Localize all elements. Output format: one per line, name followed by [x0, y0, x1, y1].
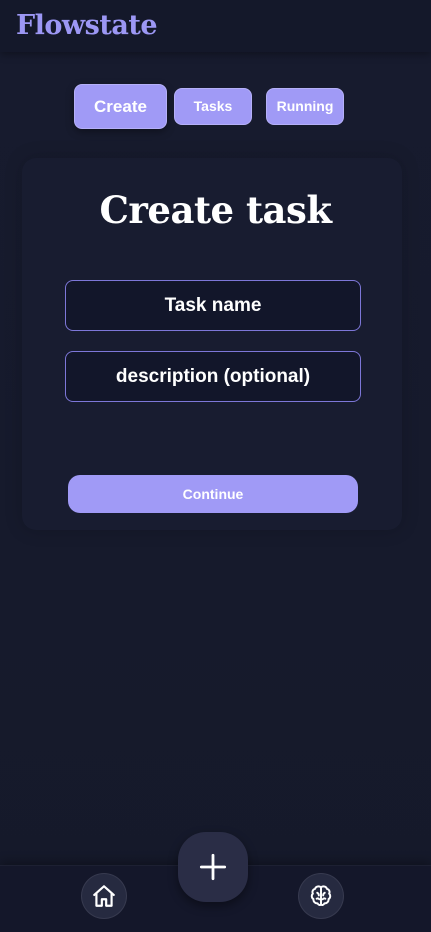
tab-create[interactable]: Create	[74, 84, 167, 129]
top-bar: Flowstate	[0, 0, 431, 52]
tab-bar: Create Tasks Running	[0, 84, 431, 130]
tab-running[interactable]: Running	[266, 88, 344, 125]
description-input[interactable]: description (optional)	[65, 351, 361, 402]
plus-icon	[199, 853, 227, 881]
home-icon	[91, 883, 117, 909]
page-title: Create task	[99, 188, 332, 232]
app-brand: Flowstate	[16, 10, 158, 41]
continue-button[interactable]: Continue	[68, 475, 358, 513]
brain-button[interactable]	[298, 873, 344, 919]
app-screen: Flowstate Create Tasks Running Create ta…	[0, 0, 431, 932]
add-task-button[interactable]	[178, 832, 248, 902]
tab-tasks[interactable]: Tasks	[174, 88, 252, 125]
task-name-input[interactable]: Task name	[65, 280, 361, 331]
brain-icon	[308, 883, 334, 909]
home-button[interactable]	[81, 873, 127, 919]
